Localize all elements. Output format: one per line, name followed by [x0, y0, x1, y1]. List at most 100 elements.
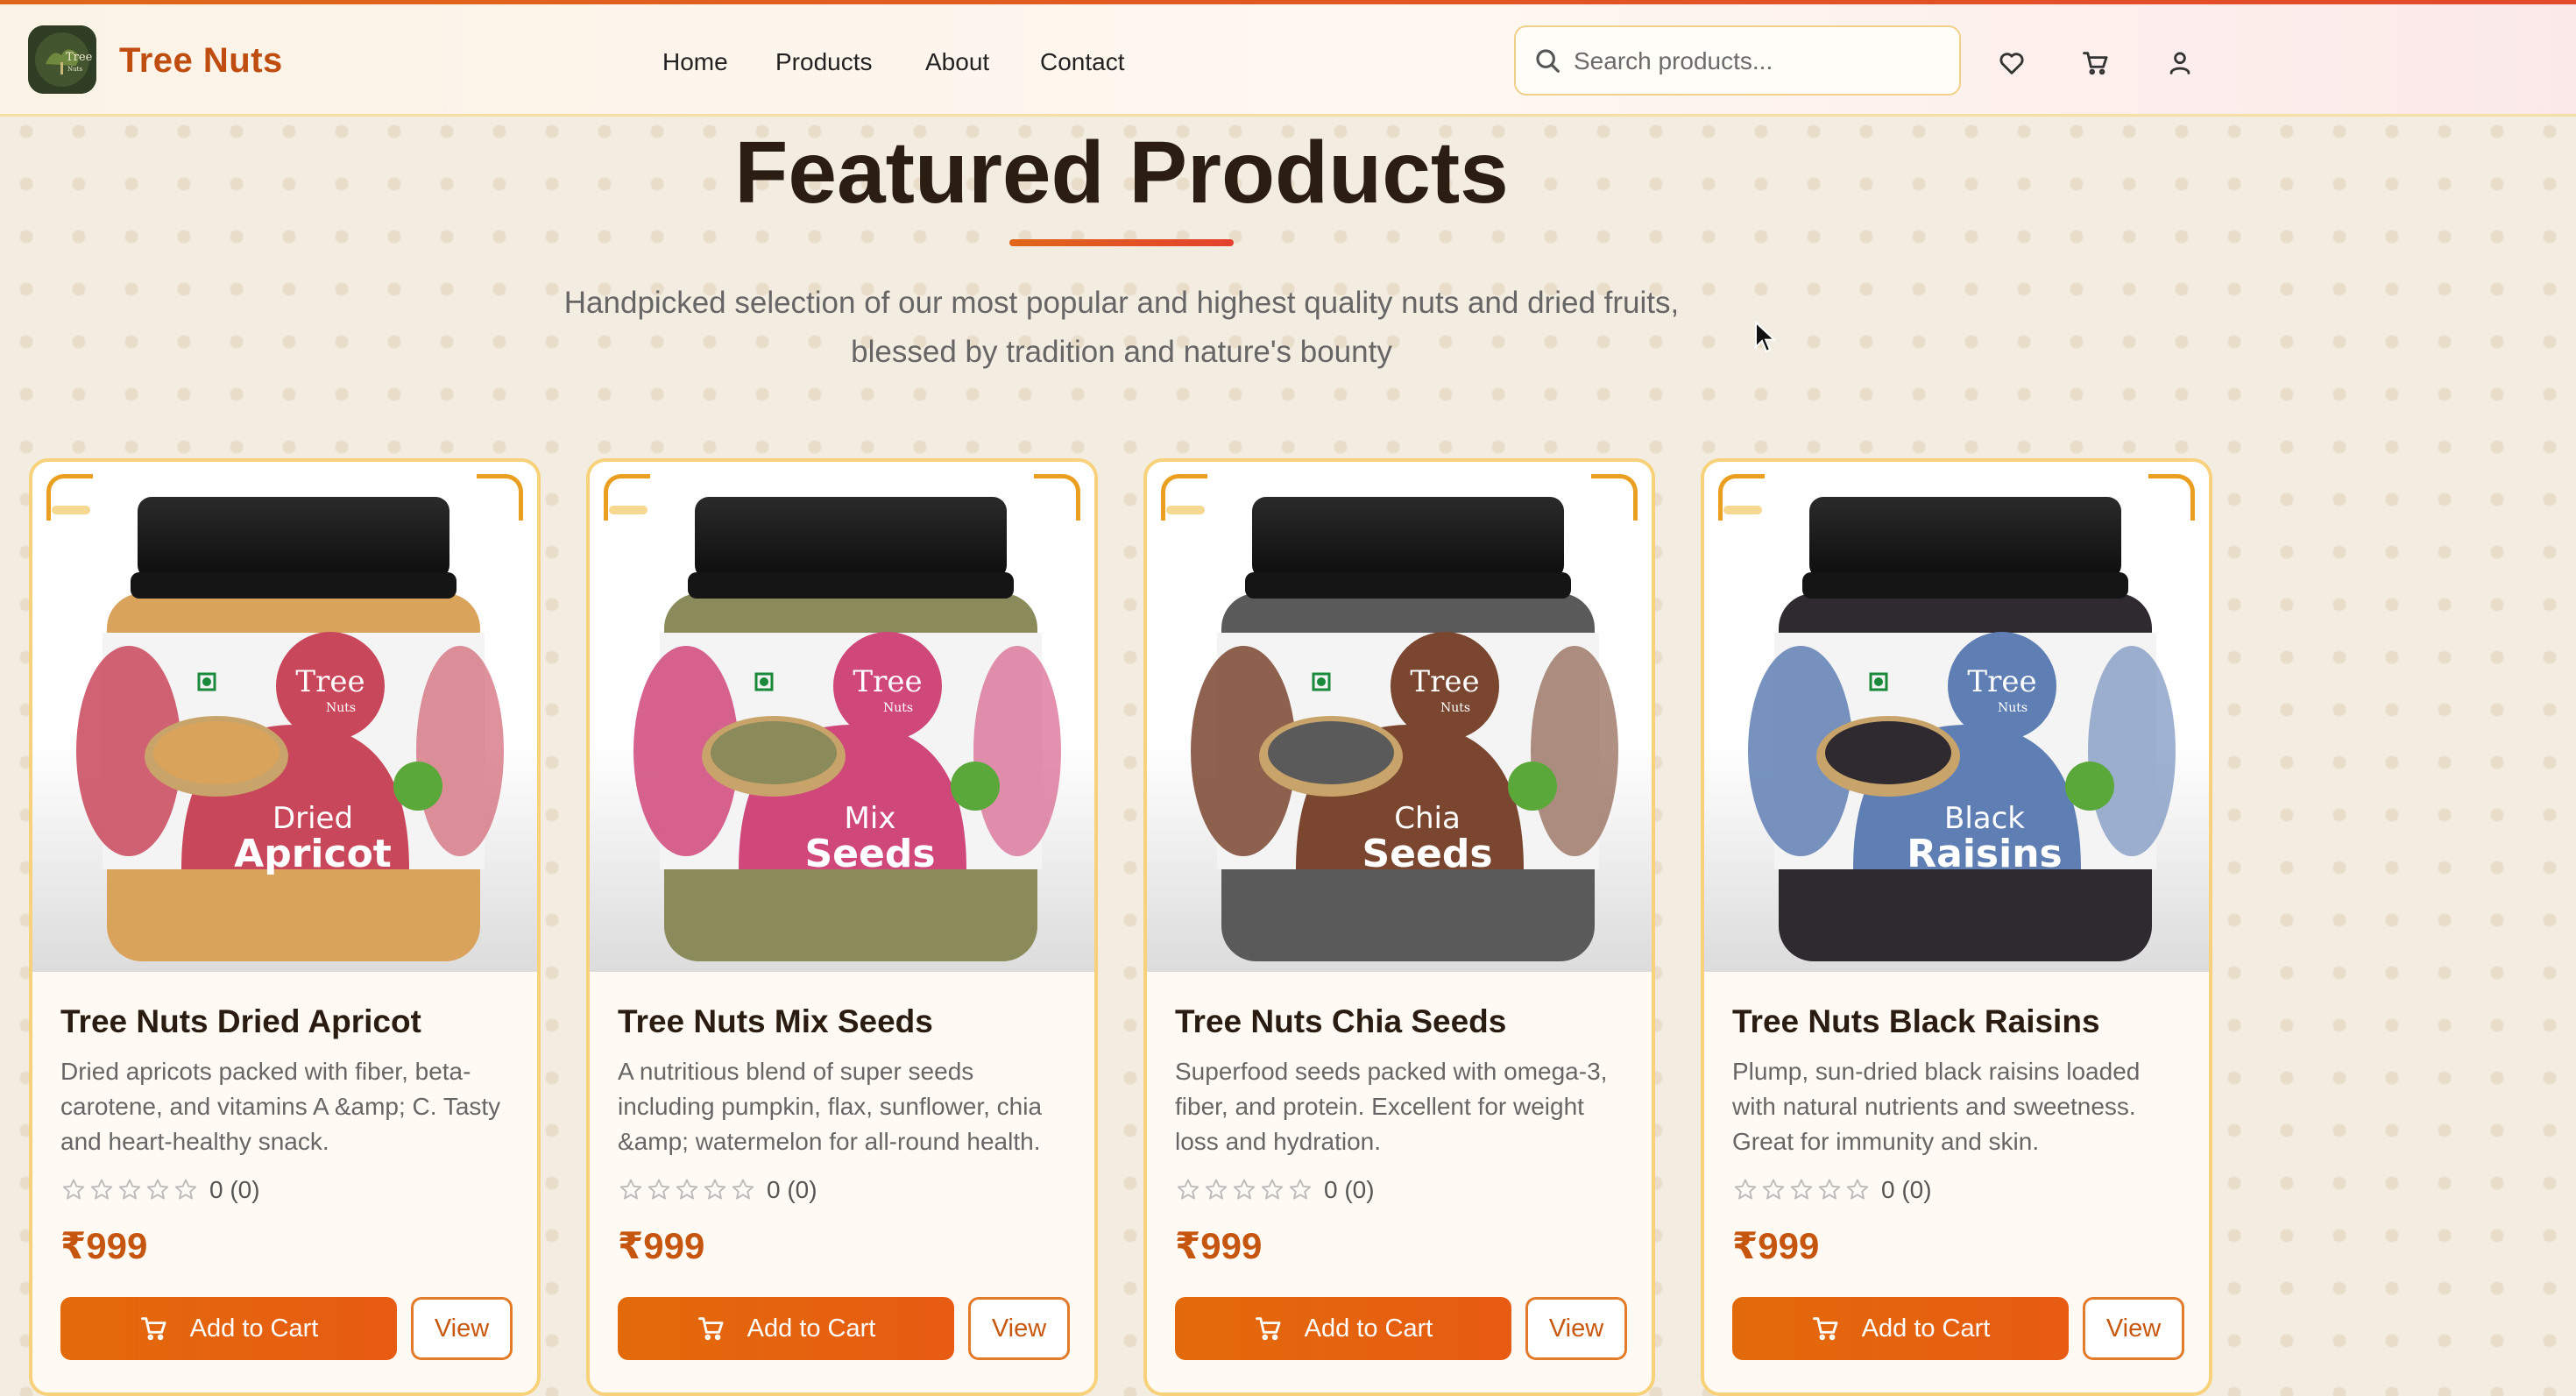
add-to-cart-label: Add to Cart — [189, 1314, 319, 1343]
svg-text:Nuts: Nuts — [326, 701, 356, 715]
star-empty-icon — [62, 1179, 85, 1200]
rating-stars — [60, 1177, 199, 1203]
product-jar-image: Tree Nuts BlackRaisins — [1748, 497, 2176, 961]
badge-placeholder — [1723, 506, 1762, 514]
product-description: Plump, sun-dried black raisins loaded wi… — [1732, 1058, 2141, 1155]
star-empty-icon — [1846, 1179, 1869, 1200]
cart-icon — [140, 1317, 166, 1341]
product-price: ₹999 — [1732, 1225, 1820, 1266]
star-empty-icon — [704, 1179, 726, 1200]
view-button[interactable]: View — [1525, 1297, 1627, 1360]
product-jar-image: Tree Nuts ChiaSeeds — [1191, 497, 1618, 961]
star-empty-icon — [1177, 1179, 1200, 1200]
product-image[interactable]: Tree Nuts Dried Apricot — [32, 462, 537, 972]
cart-icon — [1255, 1317, 1281, 1341]
star-empty-icon — [1233, 1179, 1256, 1200]
star-empty-icon — [619, 1179, 642, 1200]
svg-text:Tree: Tree — [853, 664, 922, 699]
jar-label-top: Chia — [1394, 801, 1461, 836]
section-subtitle: Handpicked selection of our most popular… — [491, 279, 1752, 377]
product-name[interactable]: Tree Nuts Chia Seeds — [1175, 1003, 1631, 1040]
product-price: ₹999 — [1175, 1225, 1263, 1266]
rating-stars — [1175, 1177, 1313, 1203]
brand-logo[interactable]: Tree Nuts — [28, 25, 96, 94]
badge-placeholder — [1166, 506, 1205, 514]
jar-label-top: Mix — [845, 801, 896, 836]
add-to-cart-label: Add to Cart — [747, 1314, 876, 1343]
rating-stars — [1732, 1177, 1871, 1203]
star-empty-icon — [1205, 1179, 1228, 1200]
cart-icon[interactable] — [2081, 48, 2111, 78]
cart-icon — [1812, 1317, 1838, 1341]
product-name[interactable]: Tree Nuts Black Raisins — [1732, 1003, 2188, 1040]
jar-label-bottom: Seeds — [1362, 832, 1492, 876]
user-icon[interactable] — [2165, 48, 2195, 78]
add-to-cart-button[interactable]: Add to Cart — [1732, 1297, 2069, 1360]
add-to-cart-label: Add to Cart — [1304, 1314, 1433, 1343]
svg-text:Nuts: Nuts — [883, 701, 913, 715]
product-image[interactable]: Tree Nuts Chia Seeds — [1147, 462, 1652, 972]
search-box — [1514, 25, 1961, 96]
product-description: A nutritious blend of super seeds includ… — [618, 1058, 1043, 1155]
nav-home[interactable]: Home — [662, 48, 728, 76]
star-empty-icon — [174, 1179, 197, 1200]
star-empty-icon — [732, 1179, 754, 1200]
nav-products[interactable]: Products — [775, 48, 873, 76]
view-button[interactable]: View — [411, 1297, 513, 1360]
jar-label-bottom: Raisins — [1907, 832, 2062, 876]
product-rating: 0 (0) — [618, 1175, 817, 1205]
product-description: Superfood seeds packed with omega-3, fib… — [1175, 1058, 1608, 1155]
product-jar-image: Tree Nuts DriedApricot — [76, 497, 504, 961]
view-button[interactable]: View — [2083, 1297, 2184, 1360]
card-corner-decoration — [2148, 474, 2195, 521]
card-corner-decoration — [1034, 474, 1080, 521]
product-rating: 0 (0) — [60, 1175, 260, 1205]
product-name[interactable]: Tree Nuts Dried Apricot — [60, 1003, 516, 1040]
product-image[interactable]: Tree Nuts Mix Seeds — [590, 462, 1094, 972]
jar-label-top: Dried — [272, 801, 353, 836]
product-image[interactable]: Tree Nuts Black Raisins — [1704, 462, 2209, 972]
tree-logo-icon: Tree Nuts — [28, 25, 96, 94]
section-title: Featured Products — [734, 124, 1509, 222]
add-to-cart-button[interactable]: Add to Cart — [618, 1297, 954, 1360]
svg-text:Nuts: Nuts — [1440, 701, 1470, 715]
star-empty-icon — [1818, 1179, 1841, 1200]
star-empty-icon — [90, 1179, 113, 1200]
star-empty-icon — [1762, 1179, 1785, 1200]
star-empty-icon — [146, 1179, 169, 1200]
nav-about[interactable]: About — [925, 48, 989, 76]
cart-icon — [697, 1317, 724, 1341]
search-input[interactable] — [1572, 43, 1943, 80]
star-empty-icon — [648, 1179, 670, 1200]
badge-placeholder — [52, 506, 90, 514]
rating-count: 0 (0) — [1881, 1176, 1932, 1203]
badge-placeholder — [609, 506, 648, 514]
product-card[interactable]: Tree Nuts Dried Apricot Tree Nuts Dried Apri… — [29, 458, 541, 1396]
site-header: Tree Nuts Tree Nuts Home Products About … — [0, 4, 2576, 117]
add-to-cart-button[interactable]: Add to Cart — [1175, 1297, 1511, 1360]
product-name[interactable]: Tree Nuts Mix Seeds — [618, 1003, 1073, 1040]
product-card[interactable]: Tree Nuts Mix Seeds Tree Nuts Mix Seeds A nut… — [586, 458, 1098, 1396]
product-price: ₹999 — [60, 1225, 148, 1266]
product-card[interactable]: Tree Nuts Black Raisins Tree Nuts Black Rais… — [1701, 458, 2212, 1396]
add-to-cart-label: Add to Cart — [1861, 1314, 1991, 1343]
star-empty-icon — [118, 1179, 141, 1200]
mouse-cursor-icon — [1755, 321, 1777, 353]
add-to-cart-button[interactable]: Add to Cart — [60, 1297, 397, 1360]
star-empty-icon — [1734, 1179, 1757, 1200]
card-corner-decoration — [477, 474, 523, 521]
product-card[interactable]: Tree Nuts Chia Seeds Tree Nuts Chia Seeds Sup… — [1143, 458, 1655, 1396]
brand-name[interactable]: Tree Nuts — [119, 41, 283, 81]
rating-count: 0 (0) — [1324, 1176, 1375, 1203]
rating-count: 0 (0) — [209, 1176, 260, 1203]
search-icon — [1536, 49, 1560, 73]
heart-icon[interactable] — [1997, 48, 2027, 78]
product-rating: 0 (0) — [1175, 1175, 1375, 1205]
svg-text:Tree: Tree — [295, 664, 364, 699]
view-button[interactable]: View — [968, 1297, 1070, 1360]
jar-label-top: Black — [1944, 801, 2025, 836]
svg-text:Tree: Tree — [1967, 664, 2036, 699]
nav-contact[interactable]: Contact — [1040, 48, 1125, 76]
rating-count: 0 (0) — [767, 1176, 817, 1203]
product-jar-image: Tree Nuts MixSeeds — [633, 497, 1061, 961]
